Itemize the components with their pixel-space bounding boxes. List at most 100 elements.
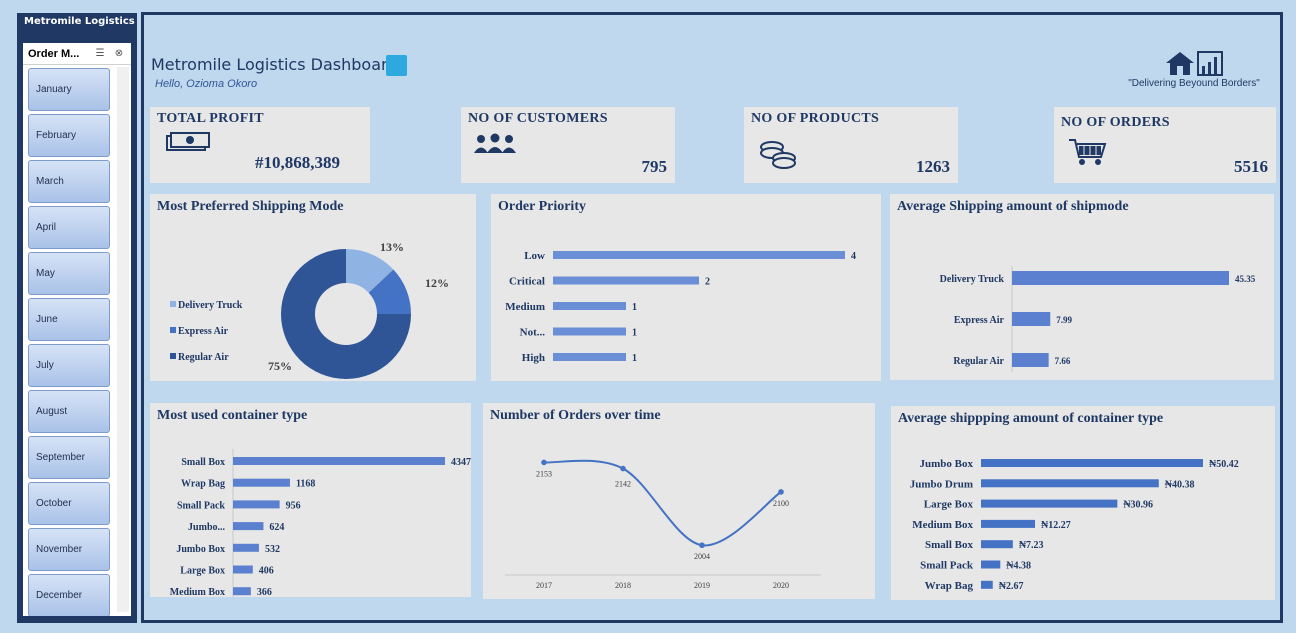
panel-title: Average Shipping amount of shipmode <box>897 199 1129 214</box>
bar <box>233 478 290 487</box>
bar <box>553 251 845 259</box>
month-september[interactable]: September <box>28 436 110 479</box>
bar <box>981 479 1159 488</box>
data-label: 2153 <box>536 469 552 478</box>
avg-shipmode-chart: Delivery Truck 45.35 Express Air 7.99 Regula… <box>940 266 1256 372</box>
value-label: 45.35 <box>1235 274 1256 284</box>
data-label: 2004 <box>694 552 710 561</box>
bar <box>1012 312 1051 326</box>
category-label: Medium <box>505 301 545 313</box>
value-label: 1 <box>632 328 637 339</box>
kpi-orders: NO OF ORDERS 5516 <box>1054 107 1276 183</box>
multi-select-icon[interactable]: ☰ <box>93 48 107 60</box>
delivery-person-icon <box>386 55 407 76</box>
data-label: 2142 <box>615 480 631 489</box>
category-label: Critical <box>509 276 545 288</box>
category-label: Small Pack <box>177 500 225 511</box>
bar <box>981 519 1036 528</box>
bar <box>233 457 445 465</box>
kpi-value: 5516 <box>1234 157 1268 176</box>
coins-icon <box>760 141 796 169</box>
value-label: 2 <box>705 277 710 288</box>
month-february[interactable]: February <box>28 114 110 157</box>
month-may[interactable]: May <box>28 252 110 295</box>
kpi-value: 1263 <box>916 157 950 176</box>
container-type-panel: Most used container type Small Box 4347 Wr… <box>150 403 471 604</box>
x-tick-label: 2017 <box>536 581 552 590</box>
category-label: Small Pack <box>920 560 974 572</box>
bar <box>233 587 251 596</box>
category-label: Low <box>524 250 545 262</box>
value-label: 956 <box>286 500 301 511</box>
bar <box>981 540 1013 549</box>
category-label: Jumbo Drum <box>910 478 973 490</box>
avg-container-chart: Jumbo Box ₦50.42 Jumbo Drum ₦40.38 Large Box… <box>910 458 1239 592</box>
customers-icon <box>474 133 516 153</box>
category-label: Medium Box <box>170 587 225 597</box>
legend-swatch <box>170 301 176 307</box>
kpi-total-profit: TOTAL PROFIT #10,868,389 <box>150 107 370 183</box>
category-label: Large Box <box>180 566 225 577</box>
greeting: Hello, Ozioma Okoro <box>155 78 258 90</box>
value-label: 7.99 <box>1056 315 1072 325</box>
cash-icon <box>166 132 210 151</box>
bar <box>553 302 626 310</box>
avg-shipmode-panel: Average Shipping amount of shipmode Deli… <box>890 194 1274 380</box>
month-october[interactable]: October <box>28 482 110 525</box>
x-tick-label: 2020 <box>773 581 789 590</box>
cart-icon <box>1069 139 1107 165</box>
bar <box>233 522 264 531</box>
data-point <box>778 489 784 495</box>
logo-icon <box>1166 51 1223 76</box>
category-label: Delivery Truck <box>940 274 1005 285</box>
legend-label: Regular Air <box>178 352 229 363</box>
category-label: Not... <box>520 327 546 339</box>
month-november[interactable]: November <box>28 528 110 571</box>
value-label: ₦2.67 <box>999 581 1024 592</box>
slicer-title: Order M... <box>28 47 80 60</box>
month-december[interactable]: December <box>28 574 110 616</box>
category-label: Jumbo Box <box>176 544 225 555</box>
kpi-value: #10,868,389 <box>255 153 340 172</box>
value-label: 4 <box>851 251 856 262</box>
category-label: Wrap Bag <box>925 580 974 592</box>
month-august[interactable]: August <box>28 390 110 433</box>
month-march[interactable]: March <box>28 160 110 203</box>
category-label: High <box>522 352 545 364</box>
month-april[interactable]: April <box>28 206 110 249</box>
month-june[interactable]: June <box>28 298 110 341</box>
x-tick-label: 2018 <box>615 581 631 590</box>
value-label: 366 <box>257 587 272 597</box>
series-line <box>543 459 782 547</box>
slicer-scrollbar[interactable] <box>117 67 129 612</box>
data-point <box>541 459 547 466</box>
category-label: Regular Air <box>953 356 1004 367</box>
data-label: 2100 <box>773 499 789 508</box>
clear-filter-icon[interactable]: ⊗ <box>112 48 126 60</box>
sidebar: Metromile Logistics Order M... ☰ ⊗ Janua… <box>17 13 137 623</box>
category-label: Medium Box <box>912 519 973 531</box>
panel-title: Number of Orders over time <box>490 408 661 423</box>
kpi-label: NO OF ORDERS <box>1061 115 1170 130</box>
orders-time-chart: 2153 2017 2142 2018 2004 2019 2100 2020 <box>505 459 821 590</box>
value-label: ₦4.38 <box>1006 561 1031 572</box>
value-label: 1 <box>632 302 637 313</box>
shipping-mode-panel: Most Preferred Shipping Mode 13% 12% 75% De… <box>150 194 476 381</box>
slice-label: 13% <box>380 240 404 254</box>
value-label: 624 <box>269 522 284 533</box>
legend-swatch <box>170 353 176 359</box>
value-label: 1 <box>632 353 637 364</box>
panel-title: Order Priority <box>498 199 586 214</box>
kpi-products: NO OF PRODUCTS 1263 <box>744 107 958 183</box>
kpi-label: TOTAL PROFIT <box>157 111 264 126</box>
bar <box>1012 271 1229 285</box>
panel-title: Most used container type <box>157 408 308 423</box>
legend-label: Delivery Truck <box>178 300 243 311</box>
month-slicer: Order M... ☰ ⊗ January February March April… <box>23 43 131 616</box>
value-label: ₦30.96 <box>1123 500 1153 511</box>
value-label: 1168 <box>296 479 315 490</box>
category-label: Wrap Bag <box>181 479 225 490</box>
page-title: Metromile Logistics Dashboard <box>151 55 398 74</box>
month-january[interactable]: January <box>28 68 110 111</box>
month-july[interactable]: July <box>28 344 110 387</box>
